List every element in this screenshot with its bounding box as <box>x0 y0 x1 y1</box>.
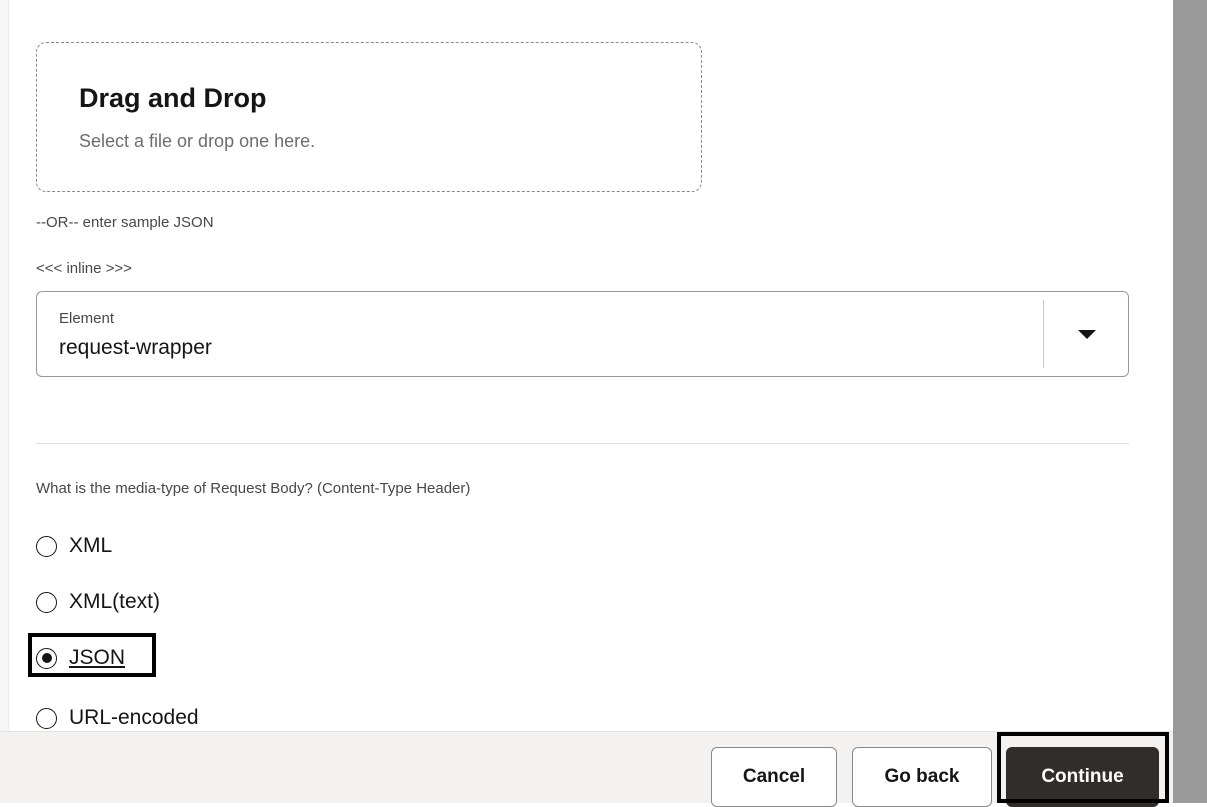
media-type-question: What is the media-type of Request Body? … <box>36 480 471 497</box>
radio-json[interactable]: JSON <box>36 643 125 673</box>
cancel-button[interactable]: Cancel <box>711 747 837 807</box>
radio-xml-label: XML <box>69 534 113 557</box>
select-divider <box>1043 300 1044 368</box>
radio-unchecked-icon[interactable] <box>36 591 57 613</box>
radio-checked-icon[interactable] <box>36 647 57 669</box>
or-sample-json-link[interactable]: --OR-- enter sample JSON <box>36 214 214 231</box>
element-select-label: Element <box>59 310 115 327</box>
element-dropdown-button[interactable] <box>1045 292 1129 376</box>
radio-unchecked-icon[interactable] <box>36 707 57 729</box>
go-back-button[interactable]: Go back <box>852 747 992 807</box>
file-drop-zone[interactable]: Drag and Drop Select a file or drop one … <box>36 42 702 192</box>
inline-link[interactable]: <<< inline >>> <box>36 260 132 277</box>
radio-dot-icon <box>41 653 52 663</box>
section-divider <box>36 443 1129 444</box>
radio-json-label: JSON <box>69 646 126 669</box>
scrollbar[interactable] <box>1173 0 1207 803</box>
radio-xml-text-label: XML(text) <box>69 590 161 613</box>
element-select[interactable]: Element request-wrapper <box>36 291 1129 377</box>
continue-button[interactable]: Continue <box>1006 747 1159 807</box>
drop-zone-subtitle: Select a file or drop one here. <box>79 131 316 151</box>
radio-url-encoded-label: URL-encoded <box>69 706 199 729</box>
radio-xml[interactable]: XML <box>36 531 112 561</box>
radio-url-encoded[interactable]: URL-encoded <box>36 703 199 733</box>
radio-unchecked-icon[interactable] <box>36 535 57 557</box>
caret-down-icon <box>1078 329 1096 339</box>
panel-left-edge <box>0 0 9 803</box>
drop-zone-title: Drag and Drop <box>79 83 267 113</box>
dialog-footer: Cancel Go back Continue <box>0 731 1173 807</box>
radio-xml-text[interactable]: XML(text) <box>36 587 160 617</box>
element-select-value: request-wrapper <box>59 336 212 359</box>
